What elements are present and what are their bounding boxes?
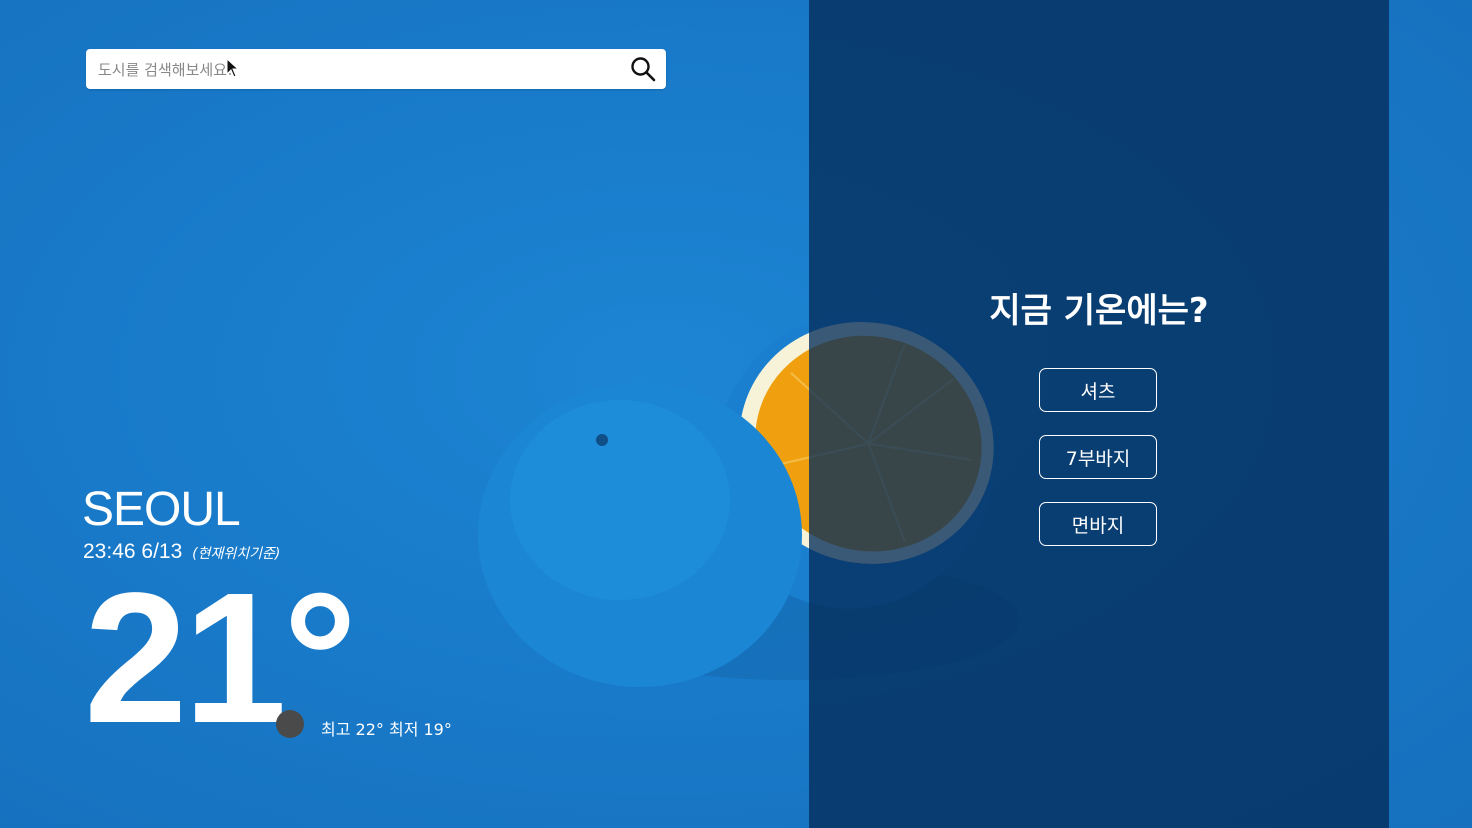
clothing-item-shirt[interactable]: 셔츠 [1039,368,1157,412]
clothing-list: 셔츠 7부바지 면바지 [1039,368,1157,569]
current-temperature: 21° [84,555,357,762]
city-name: SEOUL [82,483,241,536]
clothing-item-cotton-pants[interactable]: 면바지 [1039,502,1157,546]
weather-condition-icon [276,710,304,738]
clothing-recommendation-panel: 지금 기온에는? 셔츠 7부바지 면바지 [809,0,1389,828]
search-bar [86,49,666,91]
high-low-temperature: 최고 22° 최저 19° [321,720,452,739]
search-icon[interactable] [630,56,656,82]
clothing-item-cropped-pants[interactable]: 7부바지 [1039,435,1157,479]
city-search-input[interactable] [96,49,620,91]
recommendation-title: 지금 기온에는? [989,291,1209,331]
mouse-cursor-icon [226,58,240,78]
